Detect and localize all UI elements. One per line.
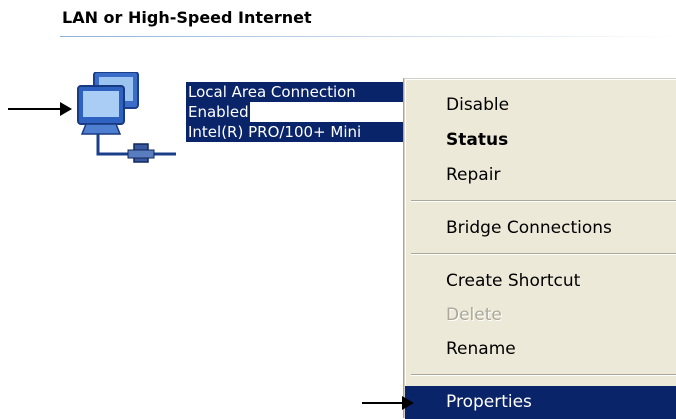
network-connection-icon <box>77 72 176 163</box>
connection-status: Enabled <box>186 102 250 122</box>
pointer-arrow-icon <box>362 396 414 410</box>
menu-item-rename[interactable]: Rename <box>405 333 676 366</box>
connection-name: Local Area Connection <box>186 82 408 102</box>
group-header-rule <box>60 36 676 37</box>
menu-item-repair[interactable]: Repair <box>405 159 676 192</box>
menu-item-create-shortcut[interactable]: Create Shortcut <box>405 265 676 298</box>
menu-item-delete[interactable]: Delete <box>405 299 676 332</box>
connection-label: Local Area Connection Enabled Intel(R) P… <box>186 82 408 142</box>
menu-item-disable[interactable]: Disable <box>405 89 676 122</box>
menu-separator <box>411 253 676 255</box>
menu-item-bridge-connections[interactable]: Bridge Connections <box>405 212 676 245</box>
menu-item-properties[interactable]: Properties <box>405 386 676 419</box>
menu-item-status[interactable]: Status <box>405 124 676 157</box>
connection-device: Intel(R) PRO/100+ Mini <box>186 122 408 142</box>
menu-separator <box>411 200 676 202</box>
context-menu: Disable Status Repair Bridge Connections… <box>404 78 676 419</box>
pointer-arrow-icon <box>8 102 72 116</box>
menu-separator <box>411 374 676 376</box>
group-header: LAN or High-Speed Internet <box>62 8 312 27</box>
